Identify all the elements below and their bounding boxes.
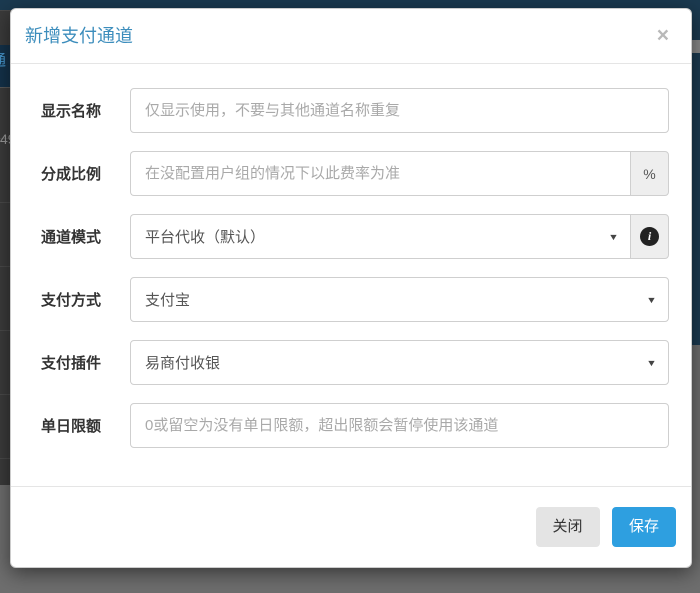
pay-method-selected-value: 支付宝	[145, 289, 190, 310]
pay-plugin-label: 支付插件	[41, 352, 130, 373]
daily-limit-input[interactable]	[130, 403, 669, 448]
pay-method-label: 支付方式	[41, 289, 130, 310]
close-icon[interactable]: ×	[655, 24, 671, 48]
chevron-down-icon: ▼	[608, 232, 619, 242]
form-row-share-ratio: 分成比例 %	[41, 151, 669, 196]
modal-body: 显示名称 分成比例 % 通道模式 平台代收（默认） ▼ i	[11, 64, 691, 486]
background-right-band	[691, 40, 700, 53]
close-button[interactable]: 关闭	[536, 507, 600, 547]
pay-method-select[interactable]: 支付宝 ▼	[130, 277, 669, 322]
info-circle-icon: i	[640, 227, 659, 246]
percent-addon: %	[630, 151, 669, 196]
save-button[interactable]: 保存	[612, 507, 676, 547]
daily-limit-label: 单日限额	[41, 415, 130, 436]
modal-footer: 关闭 保存	[11, 486, 691, 567]
form-row-daily-limit: 单日限额	[41, 403, 669, 448]
form-row-display-name: 显示名称	[41, 88, 669, 133]
pay-plugin-selected-value: 易商付收银	[145, 352, 220, 373]
modal-title: 新增支付通道	[25, 24, 133, 49]
share-ratio-input[interactable]	[130, 151, 630, 196]
display-name-input[interactable]	[130, 88, 669, 133]
add-payment-channel-modal: 新增支付通道 × 显示名称 分成比例 % 通道模式 平台代收（默认） ▼	[10, 8, 692, 568]
channel-mode-label: 通道模式	[41, 226, 130, 247]
background-tab-text: 通	[0, 49, 6, 70]
channel-mode-select[interactable]: 平台代收（默认） ▼	[130, 214, 630, 259]
display-name-label: 显示名称	[41, 100, 130, 121]
chevron-down-icon: ▼	[646, 295, 657, 305]
form-row-pay-method: 支付方式 支付宝 ▼	[41, 277, 669, 322]
pay-plugin-select[interactable]: 易商付收银 ▼	[130, 340, 669, 385]
chevron-down-icon: ▼	[646, 358, 657, 368]
form-row-pay-plugin: 支付插件 易商付收银 ▼	[41, 340, 669, 385]
share-ratio-label: 分成比例	[41, 163, 130, 184]
channel-mode-selected-value: 平台代收（默认）	[145, 226, 265, 247]
modal-header: 新增支付通道 ×	[11, 9, 691, 64]
form-row-channel-mode: 通道模式 平台代收（默认） ▼ i	[41, 214, 669, 259]
channel-mode-info-addon[interactable]: i	[630, 214, 669, 259]
